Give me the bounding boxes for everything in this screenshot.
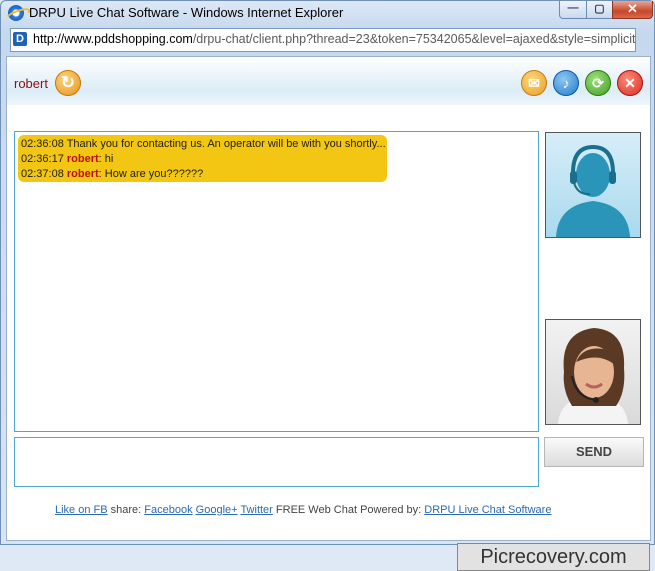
message-text: Thank you for contacting us. An operator… [66,138,386,150]
chat-page: robert ↻ ✉ ♪ ⟳ ✕ 02:36:08 Thank you for … [6,56,651,541]
footer: Like on FB share: Facebook Google+ Twitt… [55,504,551,516]
close-icon: ✕ [627,1,638,16]
chat-message: 02:36:17 robert: hi [21,153,113,165]
like-on-fb-link[interactable]: Like on FB [55,504,108,516]
googleplus-link[interactable]: Google+ [196,504,238,516]
window-title: DRPU Live Chat Software - Windows Intern… [29,5,344,20]
message-bubble: 02:36:08 Thank you for contacting us. An… [18,135,387,182]
address-bar[interactable]: D http://www.pddshopping.com/drpu-chat/c… [10,28,636,52]
message-time: 02:37:08 [21,168,64,180]
refresh-icon[interactable]: ↻ [55,70,81,96]
url-text[interactable]: http://www.pddshopping.com/drpu-chat/cli… [33,32,636,46]
ie-logo-icon [8,5,24,21]
message-input[interactable] [14,437,539,487]
mail-icon[interactable]: ✉ [521,70,547,96]
chat-message: 02:37:08 robert: How are you?????? [21,168,203,180]
site-favicon-icon: D [13,32,27,46]
twitter-link[interactable]: Twitter [240,504,272,516]
message-sender: robert [66,153,99,165]
browser-window: DRPU Live Chat Software - Windows Intern… [0,0,655,545]
visitor-avatar [545,319,641,425]
sync-icon[interactable]: ⟳ [585,70,611,96]
url-domain: http://www.pddshopping.com [33,32,193,46]
powered-by-label: FREE Web Chat Powered by: [275,504,422,516]
title-bar: DRPU Live Chat Software - Windows Intern… [1,1,654,25]
message-time: 02:36:17 [21,153,64,165]
message-text: : How are you?????? [98,168,204,180]
send-button[interactable]: SEND [544,437,644,467]
facebook-link[interactable]: Facebook [144,504,192,516]
chat-log[interactable]: 02:36:08 Thank you for contacting us. An… [14,131,539,432]
watermark: Picrecovery.com [457,543,650,571]
speaker-icon[interactable]: ♪ [553,70,579,96]
maximize-icon: ▢ [594,3,605,15]
chat-message: 02:36:08 Thank you for contacting us. An… [21,138,386,150]
chat-header: robert ↻ ✉ ♪ ⟳ ✕ [7,57,650,105]
minimize-icon: — [567,2,579,14]
username-label: robert [14,76,48,91]
message-text: : hi [98,153,114,165]
maximize-button[interactable]: ▢ [586,1,613,19]
url-path: /drpu-chat/client.php?thread=23&token=75… [192,32,636,46]
message-time: 02:36:08 [21,138,64,150]
message-sender: robert [66,168,99,180]
minimize-button[interactable]: — [559,1,587,19]
exit-chat-icon[interactable]: ✕ [617,70,643,96]
share-label: share: [110,504,142,516]
drpu-link[interactable]: DRPU Live Chat Software [424,504,551,516]
operator-avatar [545,132,641,238]
close-window-button[interactable]: ✕ [612,1,653,19]
